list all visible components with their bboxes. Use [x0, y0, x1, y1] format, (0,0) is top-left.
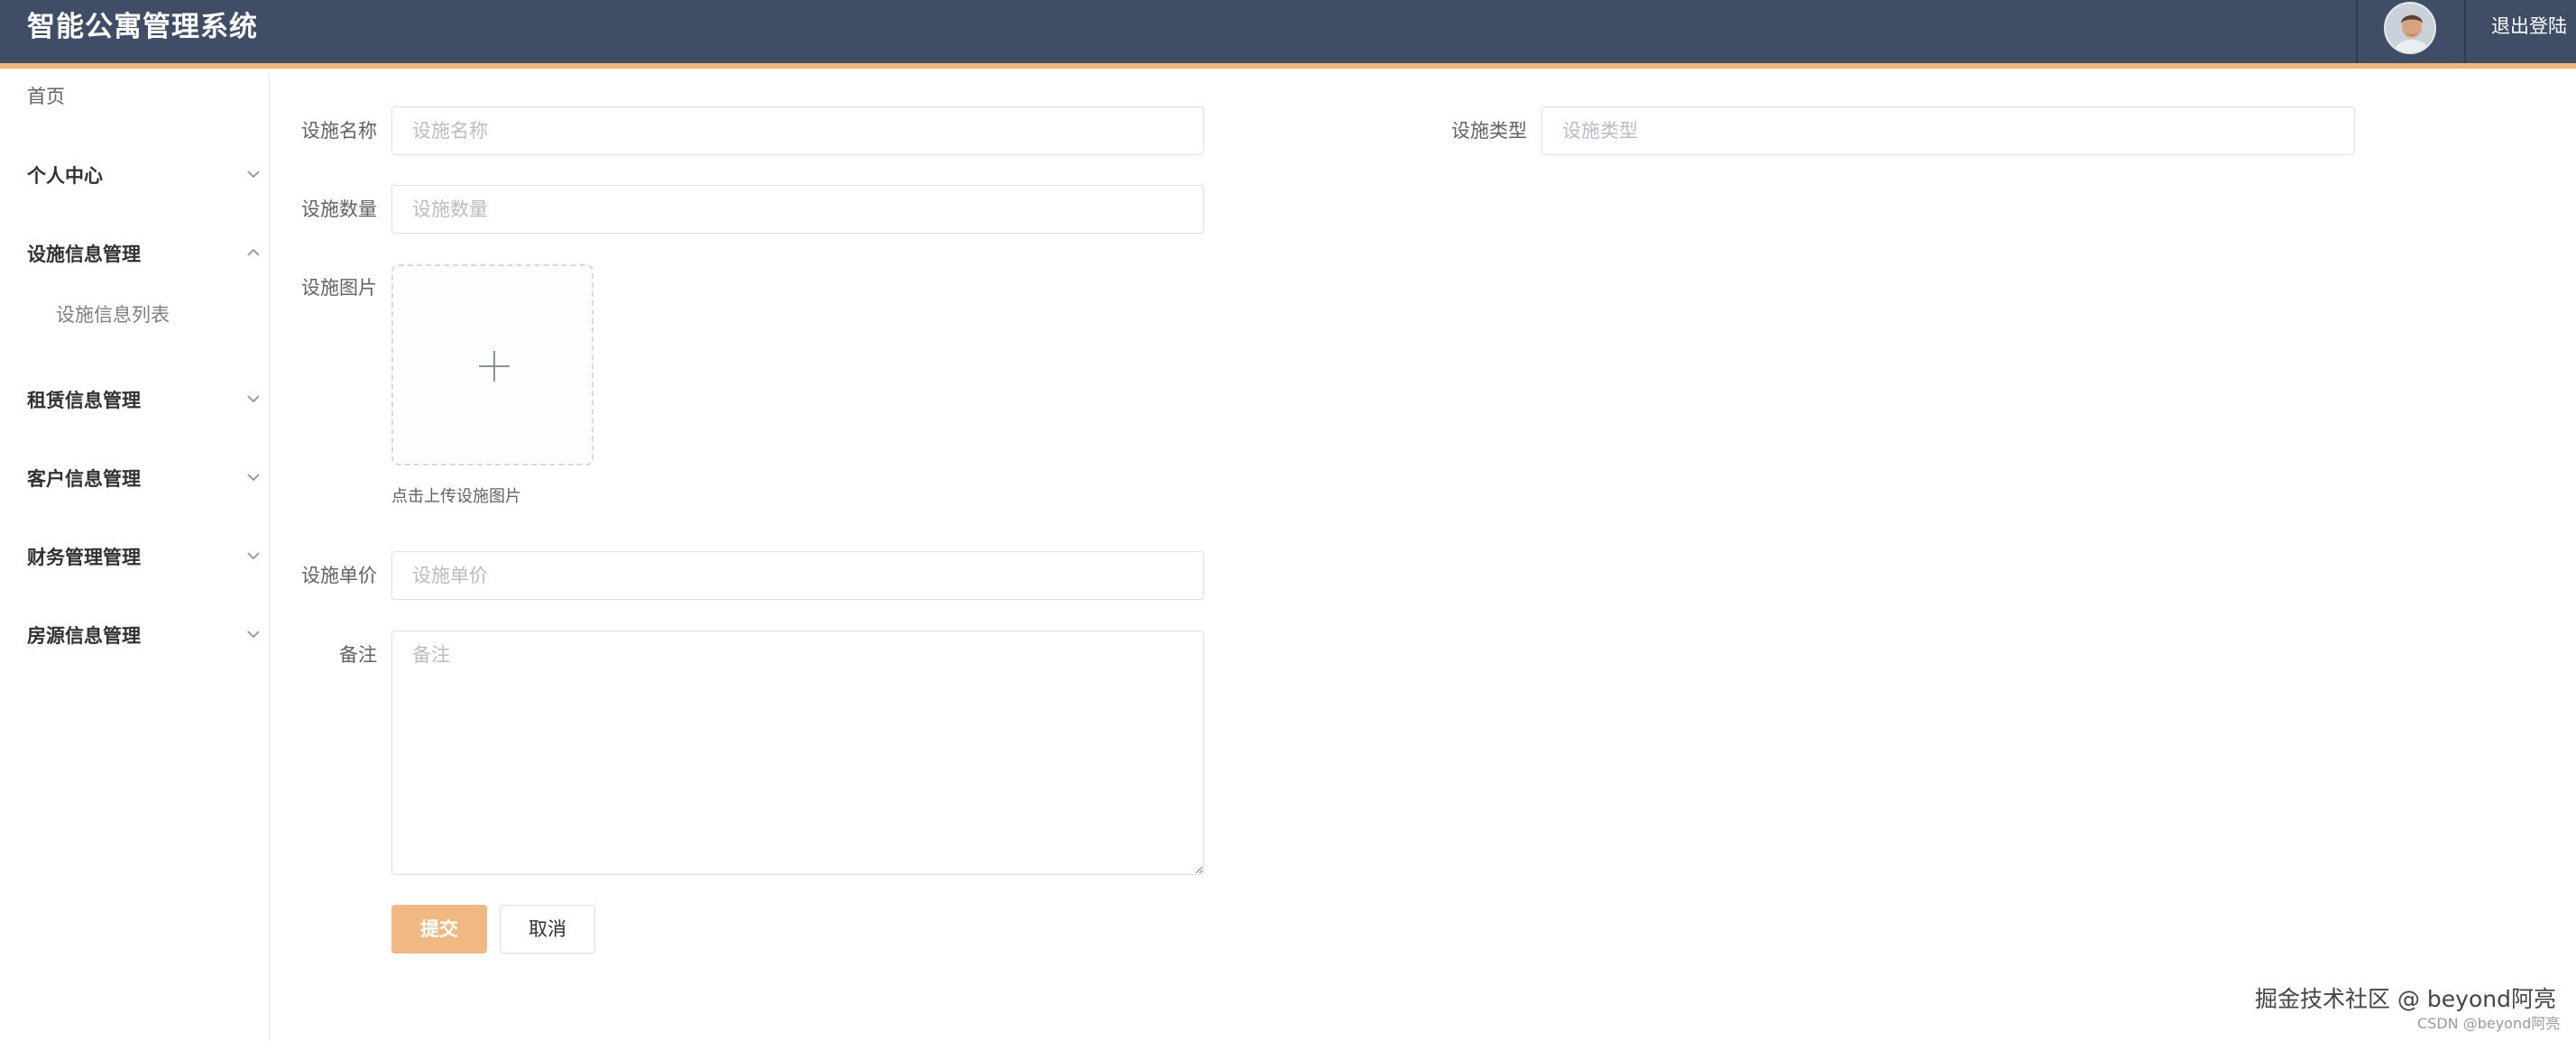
avatar[interactable] [2384, 2, 2436, 54]
sidebar-item-label: 财务管理管理 [27, 547, 141, 568]
sidebar-item-label: 设施信息管理 [27, 244, 141, 265]
facility-type-label: 设施类型 [1451, 120, 1527, 142]
chevron-down-icon [247, 631, 260, 639]
sidebar-item-facility-management[interactable]: 设施信息管理 [0, 232, 270, 277]
chevron-down-icon [247, 395, 260, 403]
sidebar-item-rental-management[interactable]: 租赁信息管理 [0, 378, 270, 423]
remark-textarea[interactable] [391, 631, 1204, 875]
header-divider [2356, 0, 2358, 63]
sidebar-menu: 首页 个人中心 设施信息管理 设施信息列表 租赁信息管理 客户信息管理 财务管理… [0, 74, 270, 1041]
chevron-down-icon [247, 170, 260, 179]
facility-name-input[interactable] [391, 106, 1204, 155]
header-divider [2464, 0, 2466, 63]
remark-label: 备注 [339, 644, 377, 666]
facility-price-label: 设施单价 [301, 565, 377, 586]
facility-quantity-label: 设施数量 [301, 198, 377, 220]
watermark-csdn: CSDN @beyond阿亮 [2417, 1015, 2561, 1032]
sidebar-item-housing-management[interactable]: 房源信息管理 [0, 613, 270, 659]
chevron-down-icon [247, 552, 260, 560]
sidebar-item-personal-center[interactable]: 个人中心 [0, 153, 270, 198]
app-title: 智能公寓管理系统 [27, 11, 258, 43]
watermark-juejin: 掘金技术社区 @ beyond阿亮 [2255, 986, 2556, 1012]
logout-button[interactable]: 退出登陆 [2491, 13, 2567, 40]
facility-price-input[interactable] [391, 551, 1204, 600]
upload-tip: 点击上传设施图片 [391, 487, 521, 506]
sidebar-item-home[interactable]: 首页 [27, 83, 65, 110]
facility-type-input[interactable] [1541, 106, 2355, 155]
sidebar-item-label: 客户信息管理 [27, 468, 141, 490]
chevron-up-icon [247, 248, 260, 256]
top-header: 智能公寓管理系统 退出登陆 [0, 0, 2576, 69]
chevron-down-icon [247, 474, 260, 482]
submit-button[interactable]: 提交 [391, 905, 487, 953]
image-uploader[interactable] [391, 264, 593, 465]
facility-name-label: 设施名称 [301, 120, 377, 142]
sidebar-item-finance-management[interactable]: 财务管理管理 [0, 535, 270, 580]
facility-quantity-input[interactable] [391, 185, 1204, 234]
cancel-button[interactable]: 取消 [500, 905, 595, 953]
facility-image-label: 设施图片 [301, 277, 377, 299]
sidebar-subitem-facility-list[interactable]: 设施信息列表 [56, 301, 170, 328]
sidebar-item-label: 房源信息管理 [27, 625, 141, 647]
sidebar-item-label: 租赁信息管理 [27, 390, 141, 411]
user-avatar-icon [2386, 4, 2434, 52]
sidebar-item-customer-management[interactable]: 客户信息管理 [0, 456, 270, 502]
sidebar-item-label: 个人中心 [27, 165, 103, 187]
